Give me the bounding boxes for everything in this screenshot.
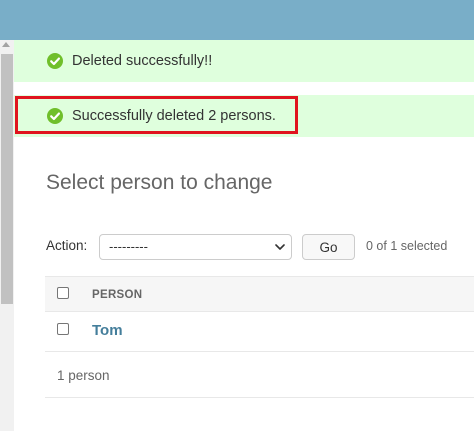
row-select-checkbox[interactable] — [57, 323, 69, 335]
success-check-icon — [47, 53, 63, 69]
table-header: PERSON — [45, 276, 474, 312]
result-count: 1 person — [57, 368, 110, 383]
chevron-down-icon — [275, 244, 285, 250]
selection-counter: 0 of 1 selected — [366, 239, 448, 253]
column-header-person[interactable]: PERSON — [92, 289, 142, 301]
paginator: 1 person — [45, 352, 474, 398]
page-title: Select person to change — [46, 171, 273, 194]
scrollbar[interactable] — [0, 40, 14, 431]
person-link[interactable]: Tom — [92, 322, 123, 339]
select-all-checkbox[interactable] — [57, 287, 69, 299]
success-message-text: Deleted successfully!! — [72, 53, 213, 69]
action-label: Action: — [46, 238, 88, 253]
table-row: Tom — [45, 312, 474, 352]
go-button[interactable]: Go — [302, 234, 355, 260]
scrollbar-thumb[interactable] — [1, 54, 13, 304]
success-message: Deleted successfully!! — [14, 40, 474, 82]
header-bar — [0, 0, 474, 40]
scroll-up-arrow-icon[interactable] — [2, 42, 10, 47]
action-select-value: --------- — [109, 239, 148, 254]
action-select[interactable]: --------- — [99, 234, 292, 260]
highlight-annotation — [15, 96, 298, 134]
